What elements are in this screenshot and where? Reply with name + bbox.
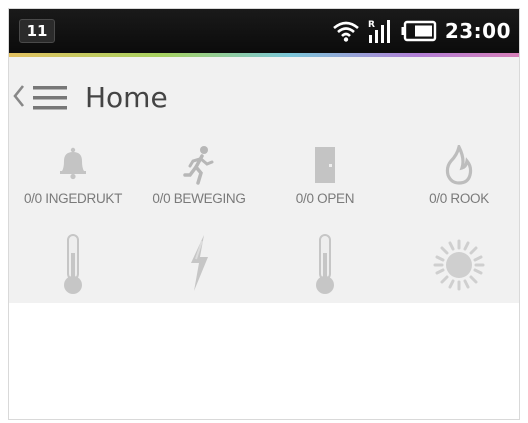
door-icon: [315, 147, 335, 183]
action-bar: Home: [9, 57, 519, 137]
signal-icon: R: [368, 20, 390, 43]
indicator-tile-light[interactable]: [395, 237, 519, 293]
sensor-label: 0/0 OPEN: [295, 191, 355, 206]
thermometer-icon: [64, 234, 82, 294]
indicator-tile-temperature-1[interactable]: [9, 233, 137, 297]
sensor-tile-rook[interactable]: 0/0 ROOK: [395, 145, 519, 206]
status-left: 11: [19, 18, 55, 44]
sensor-label: 0/0 ROOK: [429, 191, 489, 206]
sensor-tile-ingedrukt[interactable]: 0/0 INGEDRUKT: [9, 145, 137, 206]
sensor-tile-open[interactable]: 0/0 OPEN: [261, 145, 389, 206]
menu-icon[interactable]: [33, 85, 67, 111]
back-caret-icon[interactable]: [11, 83, 27, 109]
indicator-tile-temperature-2[interactable]: [261, 233, 389, 297]
flame-icon: [445, 145, 473, 185]
phone-screen: 11 R 23:00 Home 0/0 INGEDRUKT 0/0 BEWEGI…: [8, 8, 520, 420]
status-bar: 11 R 23:00: [9, 9, 519, 53]
empty-content-area: [9, 303, 519, 419]
bell-icon: [60, 147, 86, 180]
svg-text:R: R: [368, 20, 375, 30]
indicator-tile-power[interactable]: [135, 233, 263, 293]
battery-icon: [401, 20, 437, 42]
sensor-grid: 0/0 INGEDRUKT 0/0 BEWEGING 0/0 OPEN 0/0 …: [9, 137, 519, 303]
sun-icon: [433, 239, 485, 291]
page-title: Home: [85, 81, 168, 114]
wifi-icon: [332, 21, 359, 42]
notification-badge: 11: [19, 19, 55, 43]
status-right: R 23:00: [332, 17, 511, 45]
sensor-label: 0/0 BEWEGING: [152, 191, 246, 206]
lightning-icon: [191, 235, 208, 291]
running-person-icon: [183, 146, 214, 185]
thermometer-icon: [316, 234, 334, 294]
sensor-tile-beweging[interactable]: 0/0 BEWEGING: [135, 145, 263, 206]
sensor-label: 0/0 INGEDRUKT: [23, 191, 123, 206]
status-time: 23:00: [444, 19, 511, 43]
